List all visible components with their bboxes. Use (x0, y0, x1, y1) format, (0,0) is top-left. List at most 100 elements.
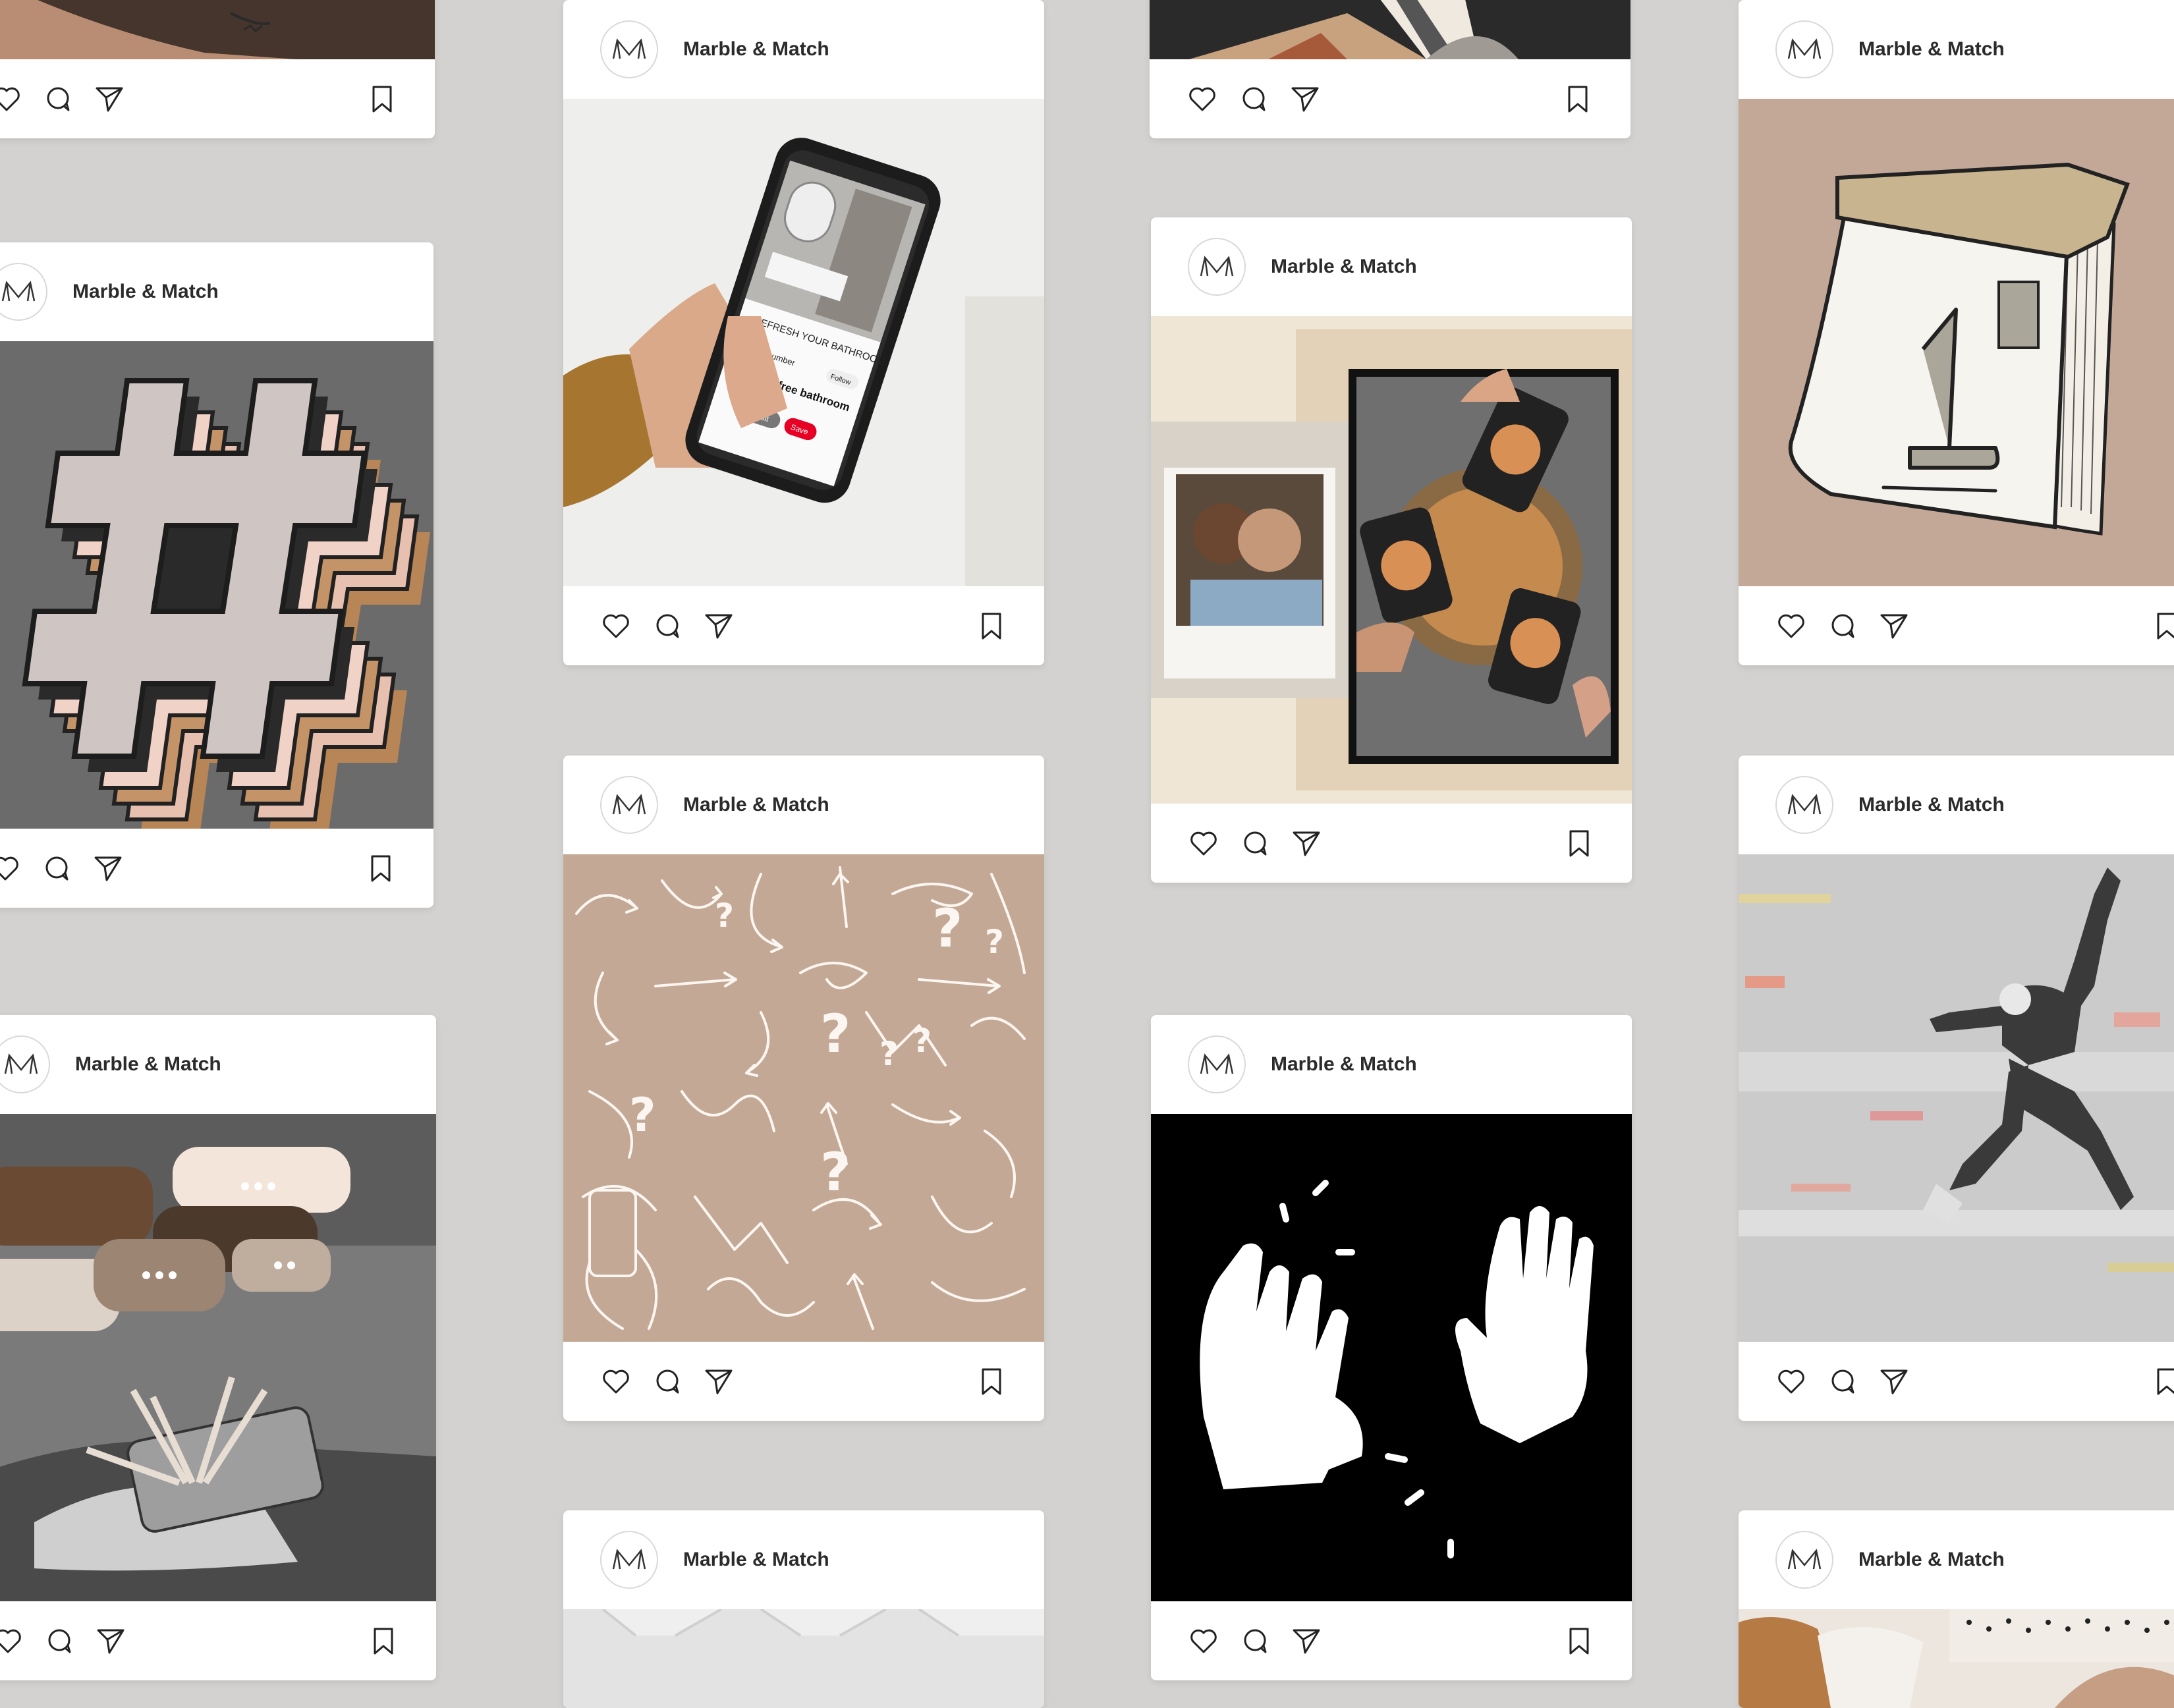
post-image[interactable] (1739, 1609, 2174, 1708)
calendar-illustration: 1 (1739, 99, 2174, 586)
avatar[interactable] (1775, 776, 1833, 834)
account-name[interactable]: Marble & Match (1858, 1549, 2005, 1571)
heart-icon[interactable] (1186, 83, 1218, 115)
post-image[interactable] (0, 0, 435, 59)
heart-icon[interactable] (0, 852, 21, 884)
post-image[interactable] (563, 1609, 1044, 1708)
post-image[interactable] (1151, 316, 1632, 804)
bookmark-icon[interactable] (365, 852, 397, 884)
heart-icon[interactable] (0, 83, 22, 115)
marble-match-logo-icon (1200, 1053, 1234, 1074)
post-header: Marble & Match (563, 0, 1044, 99)
send-icon[interactable] (1878, 1365, 1910, 1397)
account-name[interactable]: Marble & Match (683, 38, 829, 61)
glitch-dancer (1739, 854, 2174, 1342)
bookmark-icon[interactable] (1563, 1625, 1595, 1657)
comment-icon[interactable] (652, 610, 683, 642)
hashtag-illustration (22, 378, 430, 829)
post-actions (0, 829, 433, 908)
comment-icon[interactable] (1238, 83, 1269, 115)
marble-match-logo-icon (612, 1549, 646, 1570)
comment-icon[interactable] (652, 1365, 683, 1397)
question-marks: ? ? ? ? ? ? ? ? (629, 896, 1004, 1203)
post-image[interactable] (0, 1114, 436, 1601)
bookmark-icon[interactable] (1562, 83, 1594, 115)
post-image[interactable] (1739, 854, 2174, 1342)
post-card: Marble & Match (0, 242, 433, 908)
send-icon[interactable] (94, 83, 125, 115)
account-name[interactable]: Marble & Match (1858, 794, 2005, 816)
comment-icon[interactable] (41, 852, 72, 884)
post-image[interactable] (1151, 1114, 1632, 1601)
heart-icon[interactable] (600, 1365, 632, 1397)
svg-text:?: ? (629, 1088, 656, 1142)
send-icon[interactable] (92, 852, 124, 884)
post-header: Marble & Match (1739, 756, 2174, 854)
heart-icon[interactable] (1188, 827, 1219, 859)
account-name[interactable]: Marble & Match (72, 281, 219, 303)
send-icon[interactable] (1291, 827, 1322, 859)
svg-text:?: ? (879, 1035, 899, 1073)
bookmark-icon[interactable] (976, 1365, 1007, 1397)
post-image[interactable]: 1 (1739, 99, 2174, 586)
bookmark-icon[interactable] (366, 83, 398, 115)
post-image[interactable]: ? ? ? ? ? ? ? ? (563, 854, 1044, 1342)
post-image[interactable] (1150, 0, 1630, 59)
post-header: Marble & Match (0, 1015, 436, 1114)
marble-match-logo-icon (612, 38, 646, 59)
post-card (0, 0, 435, 138)
phone-photo: REFRESH YOUR BATHROOM 84 Lumber Follow G… (563, 99, 1044, 586)
comment-icon[interactable] (42, 83, 74, 115)
post-actions (1151, 1601, 1632, 1680)
post-card: Marble & Match (563, 756, 1044, 1421)
account-name[interactable]: Marble & Match (683, 794, 829, 816)
bookmark-icon[interactable] (2151, 610, 2174, 642)
comment-icon[interactable] (1827, 610, 1858, 642)
heart-icon[interactable] (0, 1625, 24, 1657)
account-name[interactable]: Marble & Match (683, 1549, 829, 1571)
comment-icon[interactable] (1239, 1625, 1271, 1657)
comment-icon[interactable] (1827, 1365, 1858, 1397)
post-actions (563, 586, 1044, 665)
post-card (1150, 0, 1630, 138)
calendar-day: 1 (1930, 436, 1934, 443)
send-icon[interactable] (1878, 610, 1910, 642)
avatar[interactable] (1188, 238, 1246, 296)
send-icon[interactable] (1289, 83, 1321, 115)
post-image[interactable] (0, 341, 433, 829)
bookmark-icon[interactable] (976, 610, 1007, 642)
post-header: Marble & Match (563, 756, 1044, 854)
comment-icon[interactable] (43, 1625, 75, 1657)
bookmark-icon[interactable] (368, 1625, 399, 1657)
post-actions (1150, 59, 1630, 138)
bookmark-icon[interactable] (2151, 1365, 2174, 1397)
account-name[interactable]: Marble & Match (1858, 38, 2005, 61)
marble-match-logo-icon (1200, 256, 1234, 277)
post-card: Marble & Match REFRESH YOUR BATHROOM 84 … (563, 0, 1044, 665)
heart-icon[interactable] (1775, 1365, 1807, 1397)
post-actions (563, 1342, 1044, 1421)
bookmark-icon[interactable] (1563, 827, 1595, 859)
avatar[interactable] (1775, 1531, 1833, 1589)
avatar[interactable] (1775, 20, 1833, 78)
send-icon[interactable] (703, 610, 735, 642)
post-actions (1739, 1342, 2174, 1421)
heart-icon[interactable] (1775, 610, 1807, 642)
avatar[interactable] (600, 776, 658, 834)
avatar[interactable] (600, 1531, 658, 1589)
avatar[interactable] (0, 263, 47, 321)
avatar[interactable] (600, 20, 658, 78)
send-icon[interactable] (95, 1625, 126, 1657)
post-image[interactable]: REFRESH YOUR BATHROOM 84 Lumber Follow G… (563, 99, 1044, 586)
avatar[interactable] (1188, 1035, 1246, 1093)
send-icon[interactable] (1291, 1625, 1322, 1657)
avatar[interactable] (0, 1035, 50, 1093)
heart-icon[interactable] (1188, 1625, 1219, 1657)
post-actions (1739, 586, 2174, 665)
account-name[interactable]: Marble & Match (1271, 256, 1417, 278)
comment-icon[interactable] (1239, 827, 1271, 859)
heart-icon[interactable] (600, 610, 632, 642)
account-name[interactable]: Marble & Match (1271, 1053, 1417, 1076)
send-icon[interactable] (703, 1365, 735, 1397)
account-name[interactable]: Marble & Match (75, 1053, 221, 1076)
